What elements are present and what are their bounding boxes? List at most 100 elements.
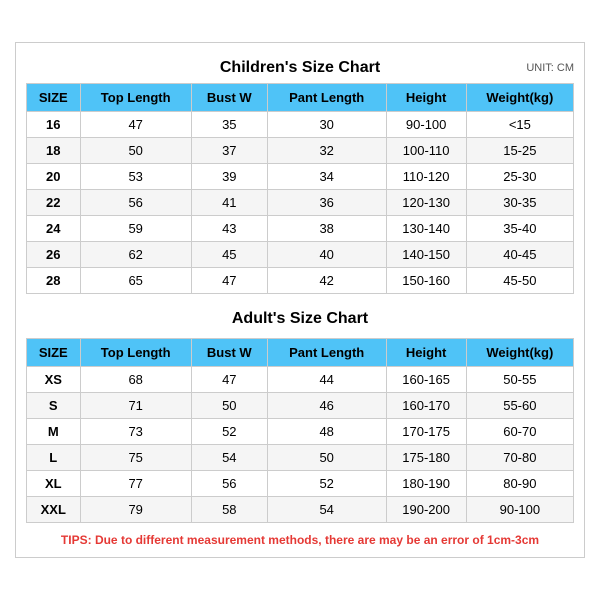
- table-cell: 45-50: [466, 268, 573, 294]
- table-row: XS684744160-16550-55: [27, 367, 574, 393]
- table-cell: 70-80: [466, 445, 573, 471]
- table-cell: 20: [27, 164, 81, 190]
- adults-table: SIZE Top Length Bust W Pant Length Heigh…: [26, 338, 574, 523]
- table-cell: 56: [80, 190, 191, 216]
- table-cell: 58: [191, 497, 267, 523]
- table-cell: <15: [466, 112, 573, 138]
- adults-col-weight: Weight(kg): [466, 339, 573, 367]
- table-row: XXL795854190-20090-100: [27, 497, 574, 523]
- table-cell: 34: [267, 164, 386, 190]
- children-col-top: Top Length: [80, 84, 191, 112]
- table-cell: 75: [80, 445, 191, 471]
- children-col-weight: Weight(kg): [466, 84, 573, 112]
- table-row: XL775652180-19080-90: [27, 471, 574, 497]
- table-cell: 25-30: [466, 164, 573, 190]
- table-cell: 90-100: [466, 497, 573, 523]
- table-cell: 50: [191, 393, 267, 419]
- table-cell: 30-35: [466, 190, 573, 216]
- table-cell: 55-60: [466, 393, 573, 419]
- table-cell: 68: [80, 367, 191, 393]
- adults-title: Adult's Size Chart: [232, 310, 368, 328]
- children-table: SIZE Top Length Bust W Pant Length Heigh…: [26, 83, 574, 294]
- table-cell: 48: [267, 419, 386, 445]
- table-cell: L: [27, 445, 81, 471]
- adults-col-top: Top Length: [80, 339, 191, 367]
- table-cell: 52: [191, 419, 267, 445]
- table-cell: 71: [80, 393, 191, 419]
- table-cell: 40: [267, 242, 386, 268]
- table-cell: 110-120: [386, 164, 466, 190]
- table-cell: 50: [80, 138, 191, 164]
- table-cell: 77: [80, 471, 191, 497]
- table-cell: 65: [80, 268, 191, 294]
- table-cell: S: [27, 393, 81, 419]
- table-row: 22564136120-13030-35: [27, 190, 574, 216]
- table-cell: 16: [27, 112, 81, 138]
- table-cell: 35-40: [466, 216, 573, 242]
- table-cell: 47: [191, 367, 267, 393]
- table-cell: 79: [80, 497, 191, 523]
- children-col-height: Height: [386, 84, 466, 112]
- table-row: 1647353090-100<15: [27, 112, 574, 138]
- table-cell: 150-160: [386, 268, 466, 294]
- table-cell: 54: [191, 445, 267, 471]
- table-cell: 180-190: [386, 471, 466, 497]
- table-cell: 32: [267, 138, 386, 164]
- adults-header-row: SIZE Top Length Bust W Pant Length Heigh…: [27, 339, 574, 367]
- table-cell: 45: [191, 242, 267, 268]
- table-cell: 36: [267, 190, 386, 216]
- table-cell: 190-200: [386, 497, 466, 523]
- table-row: 18503732100-11015-25: [27, 138, 574, 164]
- adults-col-bust: Bust W: [191, 339, 267, 367]
- adults-title-row: Adult's Size Chart: [26, 304, 574, 334]
- table-row: L755450175-18070-80: [27, 445, 574, 471]
- table-cell: 73: [80, 419, 191, 445]
- table-row: M735248170-17560-70: [27, 419, 574, 445]
- table-cell: 50: [267, 445, 386, 471]
- table-cell: 26: [27, 242, 81, 268]
- table-cell: XXL: [27, 497, 81, 523]
- table-row: S715046160-17055-60: [27, 393, 574, 419]
- table-cell: 41: [191, 190, 267, 216]
- children-title-row: Children's Size Chart UNIT: CM: [26, 53, 574, 83]
- children-header-row: SIZE Top Length Bust W Pant Length Heigh…: [27, 84, 574, 112]
- table-row: 20533934110-12025-30: [27, 164, 574, 190]
- table-cell: 59: [80, 216, 191, 242]
- tips-row: TIPS: Due to different measurement metho…: [26, 533, 574, 547]
- adults-col-height: Height: [386, 339, 466, 367]
- table-cell: 43: [191, 216, 267, 242]
- table-cell: 42: [267, 268, 386, 294]
- table-cell: 24: [27, 216, 81, 242]
- table-row: 24594338130-14035-40: [27, 216, 574, 242]
- children-title: Children's Size Chart: [220, 59, 380, 77]
- size-chart-container: Children's Size Chart UNIT: CM SIZE Top …: [15, 42, 585, 558]
- table-cell: XS: [27, 367, 81, 393]
- table-cell: 22: [27, 190, 81, 216]
- table-cell: 38: [267, 216, 386, 242]
- tips-text: Due to different measurement methods, th…: [95, 533, 539, 547]
- table-cell: 56: [191, 471, 267, 497]
- table-cell: 160-165: [386, 367, 466, 393]
- table-cell: 62: [80, 242, 191, 268]
- table-cell: 54: [267, 497, 386, 523]
- table-cell: 120-130: [386, 190, 466, 216]
- table-cell: XL: [27, 471, 81, 497]
- table-cell: 47: [80, 112, 191, 138]
- table-cell: 28: [27, 268, 81, 294]
- table-cell: M: [27, 419, 81, 445]
- table-cell: 100-110: [386, 138, 466, 164]
- table-cell: 46: [267, 393, 386, 419]
- adults-col-pant: Pant Length: [267, 339, 386, 367]
- table-cell: 15-25: [466, 138, 573, 164]
- table-row: 26624540140-15040-45: [27, 242, 574, 268]
- table-cell: 35: [191, 112, 267, 138]
- table-cell: 40-45: [466, 242, 573, 268]
- children-col-size: SIZE: [27, 84, 81, 112]
- table-cell: 47: [191, 268, 267, 294]
- table-cell: 50-55: [466, 367, 573, 393]
- table-cell: 140-150: [386, 242, 466, 268]
- children-col-pant: Pant Length: [267, 84, 386, 112]
- table-cell: 30: [267, 112, 386, 138]
- adults-col-size: SIZE: [27, 339, 81, 367]
- table-cell: 170-175: [386, 419, 466, 445]
